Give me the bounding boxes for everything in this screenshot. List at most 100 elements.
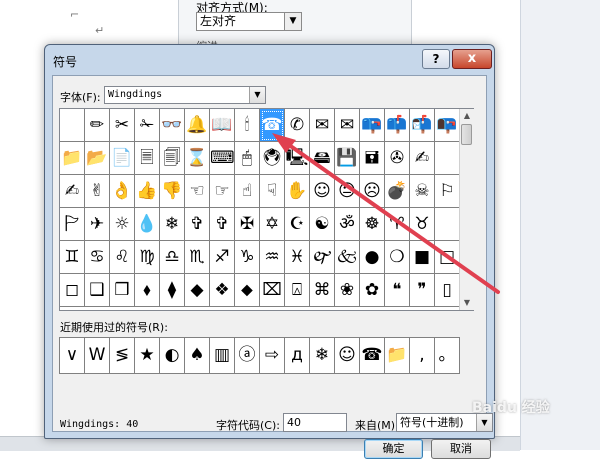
symbol-cell[interactable]: ✋ [285, 175, 310, 208]
symbol-cell[interactable]: ⌧ [260, 274, 285, 307]
symbol-cell[interactable]: ◻ [60, 274, 85, 307]
symbol-cell[interactable]: ☸ [360, 208, 385, 241]
recent-symbol-cell[interactable]: ★ [135, 338, 160, 373]
symbol-cell[interactable]: □ [435, 241, 460, 274]
scroll-down-arrow-icon[interactable]: ▼ [460, 296, 474, 310]
symbol-cell[interactable]: ✆ [285, 109, 310, 142]
symbol-cell[interactable]: 👍 [135, 175, 160, 208]
recent-symbol-cell[interactable]: ☺ [335, 338, 360, 373]
symbol-cell[interactable]: ☝ [235, 175, 260, 208]
symbol-cell[interactable]: 💧 [135, 208, 160, 241]
symbol-cell[interactable]: 💣 [385, 175, 410, 208]
symbol-cell[interactable]: 🖱 [235, 142, 260, 175]
symbol-cell[interactable]: 🖬 [360, 142, 385, 175]
recent-symbol-cell[interactable]: ≶ [110, 338, 135, 373]
symbol-cell[interactable]: 🏱 [60, 208, 85, 241]
symbol-cell[interactable]: ☜ [185, 175, 210, 208]
symbol-cell[interactable]: ⌨ [210, 142, 235, 175]
symbol-cell[interactable]: ✿ [360, 274, 385, 307]
symbol-cell[interactable]: 👌 [110, 175, 135, 208]
symbol-cell[interactable]: ⬧ [135, 274, 160, 307]
symbol-cell[interactable]: ☼ [110, 208, 135, 241]
symbol-cell[interactable]: ✌ [85, 175, 110, 208]
recent-symbol-cell[interactable]: ⇨ [260, 338, 285, 373]
symbol-cell[interactable]: 🖳 [285, 142, 310, 175]
symbol-cell[interactable]: ☠ [410, 175, 435, 208]
symbol-cell[interactable]: ♌ [110, 241, 135, 274]
symbol-cell[interactable]: 📪 [360, 109, 385, 142]
symbol-cell[interactable]: ☯ [310, 208, 335, 241]
symbol-cell[interactable]: ♈ [385, 208, 410, 241]
symbol-cell[interactable]: ✂ [110, 109, 135, 142]
recent-symbol-cell[interactable]: 。 [435, 338, 460, 373]
symbol-cell[interactable]: ॐ [335, 208, 360, 241]
symbol-cell[interactable]: ✠ [235, 208, 260, 241]
symbol-cell[interactable]: ⧫ [160, 274, 185, 307]
symbol-cell[interactable]: ♐ [210, 241, 235, 274]
symbol-cell[interactable]: ❀ [335, 274, 360, 307]
symbol-cell[interactable]: ✞ [210, 208, 235, 241]
symbol-cell[interactable]: ✇ [385, 142, 410, 175]
symbol-cell[interactable]: 👎 [160, 175, 185, 208]
recent-symbol-cell[interactable]: ♠ [185, 338, 210, 373]
symbol-cell[interactable]: ✈ [85, 208, 110, 241]
cancel-button[interactable]: 取消 [431, 439, 491, 459]
scroll-up-arrow-icon[interactable]: ▲ [460, 109, 474, 123]
recent-symbol-cell[interactable]: W [85, 338, 110, 373]
recent-symbol-cell[interactable]: ▥ [210, 338, 235, 373]
symbol-cell[interactable]: ♋ [85, 241, 110, 274]
symbol-cell[interactable]: 🕯 [235, 109, 260, 142]
symbol-cell[interactable]: 📂 [85, 142, 110, 175]
symbol-cell[interactable] [435, 142, 460, 175]
symbol-cell[interactable]: ❝ [385, 274, 410, 307]
recent-symbol-cell[interactable]: , [410, 338, 435, 373]
symbol-cell[interactable]: 🗏 [135, 142, 160, 175]
dialog-titlebar[interactable]: 符号 ? x [45, 45, 494, 75]
symbol-cell[interactable]: ♑ [235, 241, 260, 274]
symbol-cell[interactable]: ❖ [210, 274, 235, 307]
symbol-cell[interactable] [60, 109, 85, 142]
symbol-cell[interactable]: ✡ [260, 208, 285, 241]
symbol-grid-scrollbar[interactable]: ▲ ▼ [459, 109, 474, 310]
symbol-cell[interactable]: 📬 [410, 109, 435, 142]
symbol-cell[interactable]: ▯ [435, 274, 460, 307]
symbol-cell[interactable]: ♍ [135, 241, 160, 274]
recent-symbol-cell[interactable]: д [285, 338, 310, 373]
symbol-cell[interactable]: ♎ [160, 241, 185, 274]
symbol-cell[interactable]: ☪ [285, 208, 310, 241]
symbol-cell[interactable]: 📭 [435, 109, 460, 142]
symbol-cell[interactable]: ✏ [85, 109, 110, 142]
scroll-thumb[interactable] [461, 124, 472, 145]
symbol-cell[interactable]: ♏ [185, 241, 210, 274]
symbol-cell[interactable]: ♒ [260, 241, 285, 274]
symbol-cell[interactable]: ⚐ [435, 175, 460, 208]
symbol-cell[interactable]: ☟ [260, 175, 285, 208]
symbol-cell[interactable]: ● [360, 241, 385, 274]
symbol-cell[interactable]: 😐 [335, 175, 360, 208]
symbol-cell[interactable]: ⌛ [185, 142, 210, 175]
recent-symbol-cell[interactable]: ☎ [360, 338, 385, 373]
symbol-cell[interactable] [435, 208, 460, 241]
font-select[interactable]: Wingdings ▼ [104, 86, 266, 104]
symbol-cell[interactable]: ✍ [410, 142, 435, 175]
symbol-cell[interactable]: ♊ [60, 241, 85, 274]
align-select[interactable]: 左对齐 ▼ [196, 12, 302, 31]
symbol-cell[interactable]: 🗐 [160, 142, 185, 175]
symbol-cell[interactable]: ✁ [135, 109, 160, 142]
close-button[interactable]: x [452, 49, 492, 69]
symbol-cell[interactable]: ⍓ [285, 274, 310, 307]
symbol-cell[interactable]: ✞ [185, 208, 210, 241]
symbol-cell[interactable]: 🙵 [335, 241, 360, 274]
symbol-cell[interactable]: 📁 [60, 142, 85, 175]
recent-symbol-cell[interactable]: ❄ [310, 338, 335, 373]
symbol-cell[interactable]: ■ [410, 241, 435, 274]
recent-symbol-cell[interactable]: ◐ [160, 338, 185, 373]
symbol-cell[interactable]: 🖴 [310, 142, 335, 175]
symbol-cell[interactable]: ⌘ [310, 274, 335, 307]
recent-symbol-cell[interactable]: 📁 [385, 338, 410, 373]
symbol-cell[interactable]: ☺ [310, 175, 335, 208]
symbol-cell[interactable]: ♉ [410, 208, 435, 241]
symbol-cell[interactable]: ❞ [410, 274, 435, 307]
symbol-cell[interactable]: 🔔 [185, 109, 210, 142]
symbol-cell[interactable]: ☞ [210, 175, 235, 208]
